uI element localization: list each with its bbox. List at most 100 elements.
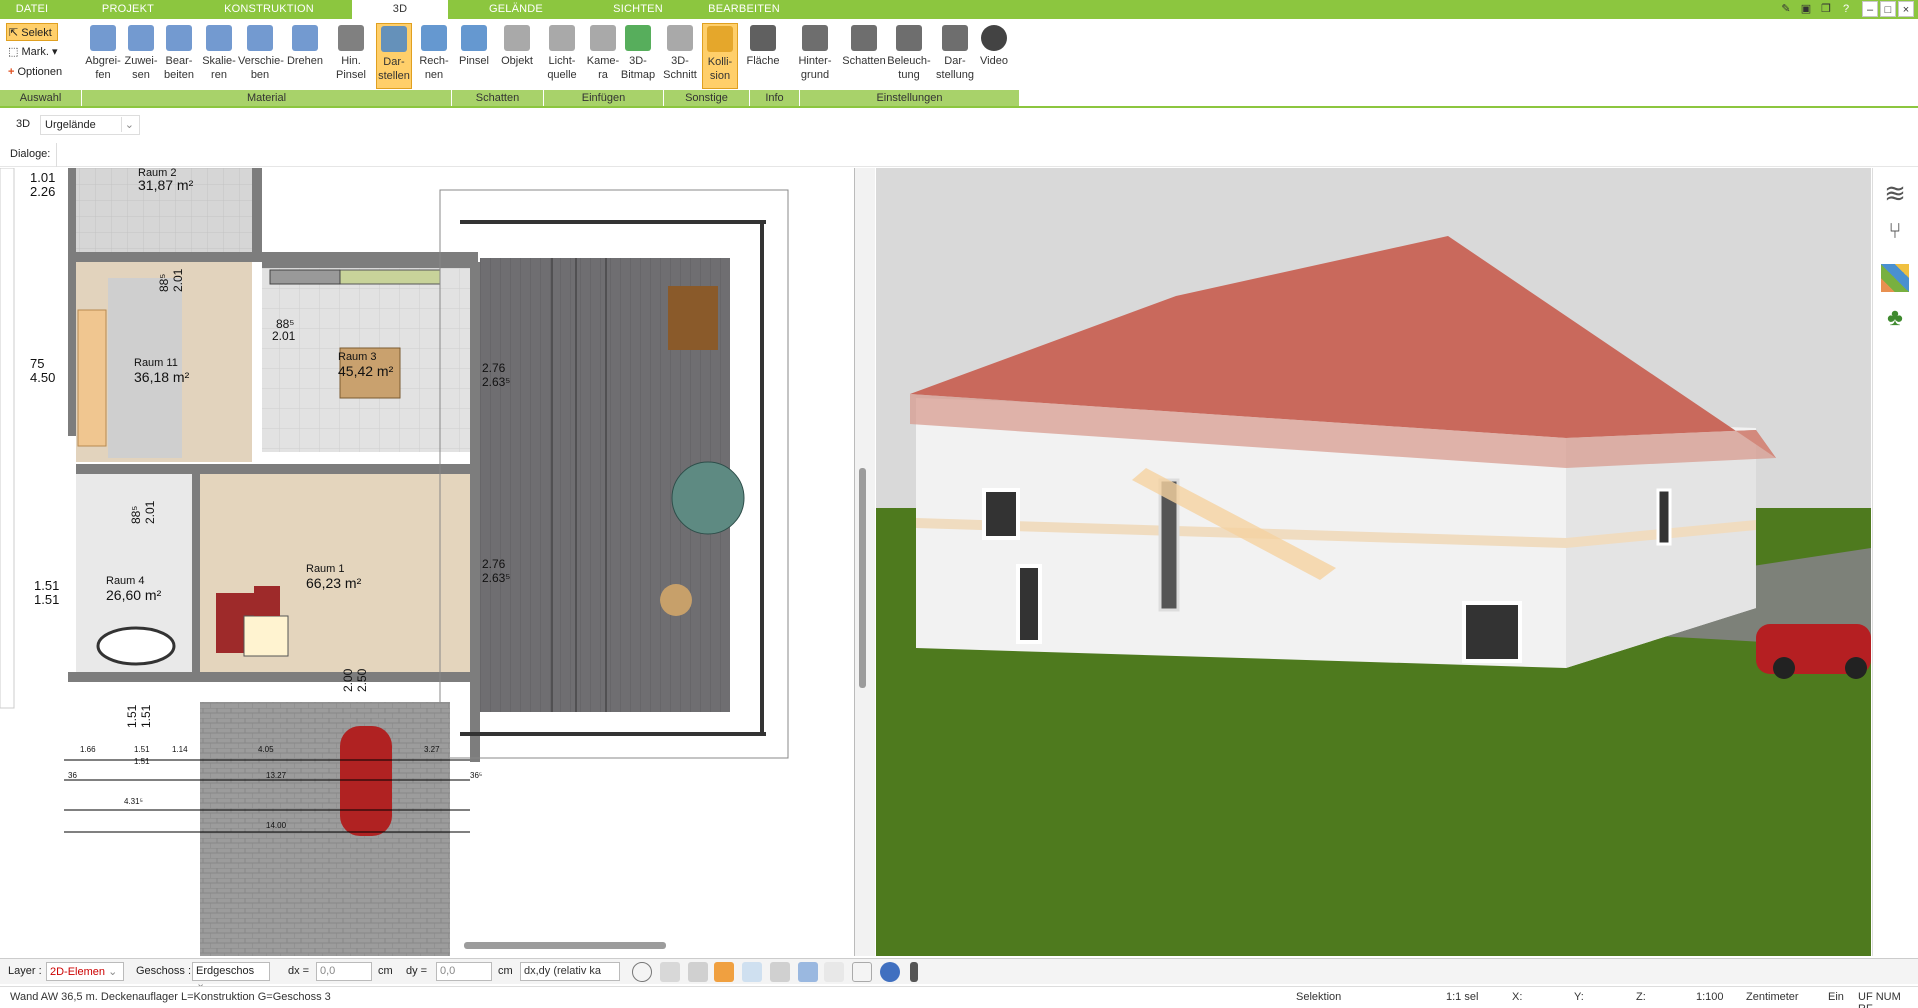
tools-icon[interactable]: ✎ [1778,1,1794,17]
layers-icon[interactable]: ≋ [1879,178,1911,209]
assign-button[interactable]: Zuwei-sen [122,23,160,89]
more-icon[interactable] [910,962,918,982]
plane-icon[interactable] [798,962,818,982]
terrain-select[interactable]: Urgelände ⌄ [40,115,140,135]
area-icon [750,25,776,51]
driveway [200,702,450,956]
background-button[interactable]: Hinter-grund [794,23,836,89]
brush-button[interactable]: Pinsel [456,23,492,89]
screen-icon[interactable] [660,962,680,982]
objects-icon[interactable] [714,962,734,982]
vertical-scrollbar[interactable] [859,468,866,688]
mark-button[interactable]: ⬚ Mark. ▾ [6,43,58,61]
dy-input[interactable]: 0,0 [436,962,492,981]
edit-icon [166,25,192,51]
lighting-button[interactable]: Beleuch-tung [886,23,932,89]
minimize-icon[interactable]: – [1862,1,1878,17]
help-icon[interactable]: ? [1838,1,1854,17]
floor-plan-view[interactable]: Raum 2 31,87 m² Raum 11 36,18 m² Raum 3 … [0,168,855,956]
select-button[interactable]: ⇱ Selekt [6,23,58,41]
ribbon-button-label: ra [598,69,608,81]
wall [192,474,200,674]
edit-button[interactable]: Bear-beiten [160,23,198,89]
dimension-label: 1.51 [134,745,150,754]
bitmap-button[interactable]: 3D- Bitmap [620,23,656,89]
display-button[interactable]: Dar-stellung [934,23,976,89]
dimension-label: 1.01 [30,170,55,185]
walls-icon[interactable] [770,962,790,982]
dimension-label: 2.26 [30,184,55,199]
lighting-icon [896,25,922,51]
grid-icon[interactable] [852,962,872,982]
move-button[interactable]: Verschie-ben [238,23,284,89]
dimension-label: 88⁵ [157,274,171,292]
view-splitter[interactable] [855,168,875,956]
3d-scene[interactable] [876,168,1871,956]
3d-view[interactable] [876,168,1871,956]
bathtub [96,626,176,666]
floor-label: Geschoss : [136,965,192,977]
show-icon [381,26,407,52]
ribbon-button-label: Abgrei- [85,55,121,67]
side-toolbar: ≋ ⑂ ♣ [1872,168,1918,956]
layer-select[interactable]: 2D-Elemen ⌄ [46,962,124,981]
section-button[interactable]: 3D- Schnitt [662,23,698,89]
tab-bearbeiten[interactable]: BEARBEITEN [700,0,788,19]
coordinate-mode-select[interactable]: dx,dy (relativ ka [520,962,620,981]
tab-konstruktion[interactable]: KONSTRUKTION [210,0,328,19]
rotate-button[interactable]: Drehen [284,23,326,89]
floor-plan-canvas[interactable]: Raum 2 31,87 m² Raum 11 36,18 m² Raum 3 … [0,168,855,956]
scale-button[interactable]: Skalie-ren [200,23,238,89]
hedge-bottom [460,732,766,736]
object-button[interactable]: Objekt [498,23,536,89]
tab-gelaende[interactable]: GELÄNDE [472,0,560,19]
room-area: 26,60 m² [106,587,162,603]
light-button[interactable]: Licht-quelle [542,23,582,89]
north-icon[interactable] [880,962,900,982]
materials-icon[interactable] [1881,264,1909,292]
snap-icon[interactable] [742,962,762,982]
horizontal-scrollbar[interactable] [464,942,666,949]
dx-label: dx = [288,965,310,977]
pick-button[interactable]: Abgrei-fen [84,23,122,89]
show-button[interactable]: Dar-stellen [376,23,412,89]
ribbon-button-label: ren [211,69,227,81]
stack-icon[interactable] [824,962,844,982]
ribbon-button-label: Dar- [383,56,405,68]
ribbon-button-label: Dar- [944,55,966,67]
close-icon[interactable]: × [1898,1,1914,17]
ribbon-button-label: grund [800,69,830,81]
maximize-icon[interactable]: □ [1880,1,1896,17]
ribbon: ⇱ Selekt ⬚ Mark. ▾ + Optionen Abgrei-fen… [0,19,1918,106]
camera-button[interactable]: Kame-ra [586,23,620,89]
section-icon [667,25,693,51]
mark-icon: ⬚ [8,46,19,58]
window [1656,488,1672,546]
view-bar: 3D Urgelände ⌄ [0,113,1918,137]
area-button[interactable]: Fläche [744,23,782,89]
render-icon [421,25,447,51]
tab-projekt[interactable]: PROJEKT [88,0,168,19]
tab-sichten[interactable]: SICHTEN [600,0,676,19]
windows-icon[interactable]: ❐ [1818,1,1834,17]
clock-icon[interactable] [632,962,652,982]
status-y: Y: [1574,991,1584,1003]
tab-3d[interactable]: 3D [352,0,448,19]
video-button[interactable]: Video [976,23,1012,89]
floor-select[interactable]: Erdgeschos ⌄ [192,962,270,990]
shadow-button[interactable]: Schatten [842,23,886,89]
cursor-icon: ⇱ [9,27,19,39]
tree-icon[interactable]: ♣ [1879,304,1911,332]
tab-datei[interactable]: DATEI [4,0,60,19]
status-flags: UF NUM RF [1858,991,1901,1008]
options-button[interactable]: + Optionen [6,63,62,81]
render-button[interactable]: Rech-nen [416,23,452,89]
wheel [1845,657,1867,679]
furniture-icon[interactable]: ⑂ [1879,218,1911,244]
hint-brush-button[interactable]: Hin. Pinsel [330,23,372,89]
dimension-label: 2.00 [341,668,355,692]
collision-button[interactable]: Kolli-sion [702,23,738,89]
layout-icon[interactable]: ▣ [1798,1,1814,17]
dx-input[interactable]: 0,0 [316,962,372,981]
layers-stack-icon[interactable] [688,962,708,982]
